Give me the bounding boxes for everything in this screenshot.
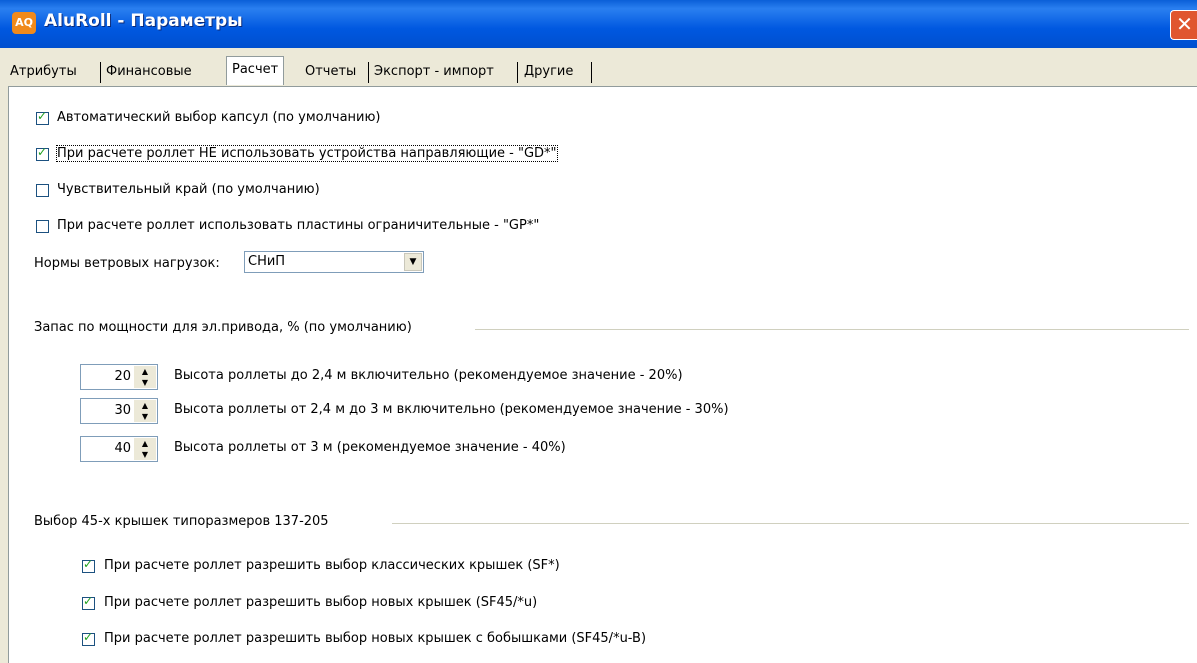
tab-reports[interactable]: Отчеты [305,60,356,83]
spin-down-icon[interactable]: ▼ [134,377,156,388]
power-spinner-3[interactable]: 40 ▲ ▼ [80,436,158,462]
tab-separator [100,62,101,83]
wind-loads-label: Нормы ветровых нагрузок: [34,256,220,271]
tab-export-import[interactable]: Экспорт - импорт [374,60,494,83]
no-guide-devices-label: При расчете роллет НЕ использовать устро… [56,145,558,162]
new-lids-bosses-checkbox[interactable] [82,630,95,646]
auto-capsule-label: Автоматический выбор капсул (по умолчани… [57,110,381,125]
tab-calculation[interactable]: Расчет [226,56,285,85]
limit-plates-label: При расчете роллет использовать пластины… [57,218,540,233]
tab-separator [368,62,369,83]
group-divider [475,329,1189,330]
spin-up-icon[interactable]: ▲ [134,366,156,377]
lids-group-title: Выбор 45-х крышек типоразмеров 137-205 [34,514,329,529]
classic-lids-label: При расчете роллет разрешить выбор класс… [104,558,560,573]
spinner-value: 40 [114,441,131,456]
power-spinner-1[interactable]: 20 ▲ ▼ [80,364,158,390]
no-guide-devices-checkbox[interactable] [36,145,49,161]
title-bar[interactable]: AQ AluRoll - Параметры ✕ [0,0,1197,48]
auto-capsule-checkbox[interactable] [36,109,49,125]
group-divider [392,523,1189,524]
spin-down-icon[interactable]: ▼ [134,449,156,460]
sensitive-edge-checkbox[interactable] [36,184,49,197]
limit-plates-checkbox[interactable] [36,220,49,233]
tab-attributes[interactable]: Атрибуты [10,60,77,83]
spinner-value: 20 [114,369,131,384]
sensitive-edge-label: Чувствительный край (по умолчанию) [57,182,320,197]
power-row-1-label: Высота роллеты до 2,4 м включительно (ре… [174,368,683,383]
spin-down-icon[interactable]: ▼ [134,411,156,422]
spin-up-icon[interactable]: ▲ [134,400,156,411]
tab-other[interactable]: Другие [524,60,573,83]
chevron-down-icon[interactable]: ▼ [404,253,422,271]
spin-up-icon[interactable]: ▲ [134,438,156,449]
close-button[interactable]: ✕ [1170,10,1197,40]
classic-lids-checkbox[interactable] [82,557,95,573]
tab-separator [591,62,592,83]
power-reserve-title: Запас по мощности для эл.привода, % (по … [34,320,412,335]
tab-separator [517,62,518,83]
new-lids-checkbox[interactable] [82,594,95,610]
new-lids-bosses-label: При расчете роллет разрешить выбор новых… [104,631,647,646]
tab-financial[interactable]: Финансовые [106,60,192,83]
wind-loads-value: СНиП [248,254,286,269]
wind-loads-select[interactable]: СНиП ▼ [244,251,424,273]
power-spinner-2[interactable]: 30 ▲ ▼ [80,398,158,424]
new-lids-label: При расчете роллет разрешить выбор новых… [104,595,538,610]
power-row-2-label: Высота роллеты от 2,4 м до 3 м включител… [174,402,729,417]
spinner-value: 30 [114,403,131,418]
app-icon: AQ [12,12,36,34]
window-title: AluRoll - Параметры [44,11,243,31]
power-row-3-label: Высота роллеты от 3 м (рекомендуемое зна… [174,440,566,455]
